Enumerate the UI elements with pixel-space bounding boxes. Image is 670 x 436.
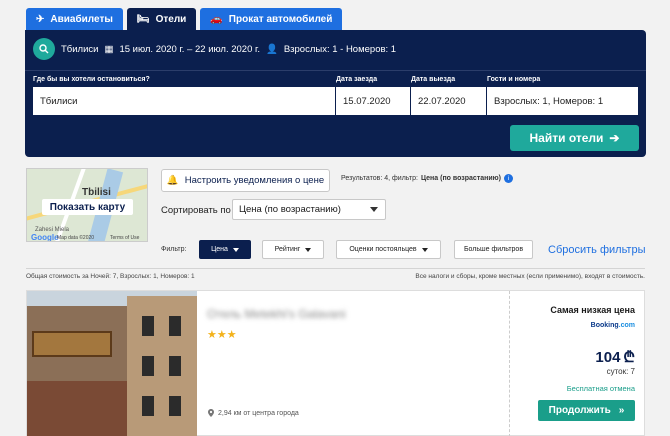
partner-suffix: .com bbox=[618, 322, 635, 329]
results-count: Результатов: 4, фильтр: Цена (по возраст… bbox=[341, 174, 513, 183]
photo-building bbox=[127, 296, 197, 436]
summary-city: Тбилиси bbox=[61, 43, 99, 55]
tab-hotels-label: Отели bbox=[155, 13, 187, 25]
lari-icon: ₾ bbox=[623, 349, 635, 366]
bell-icon: 🔔 bbox=[166, 175, 179, 186]
terms-of-use-link[interactable]: Terms of Use bbox=[110, 235, 139, 241]
filter-rating[interactable]: Рейтинг bbox=[262, 240, 324, 259]
photo-window bbox=[142, 356, 154, 376]
guests-label: Гости и номера bbox=[487, 76, 541, 83]
photo-brick-wall bbox=[27, 381, 127, 436]
checkout-label: Дата выезда bbox=[411, 76, 456, 83]
sort-label: Сортировать по bbox=[161, 205, 231, 216]
results-filter: Цена (по возрастанию) bbox=[420, 175, 501, 182]
hotel-stars: ★★★ bbox=[207, 329, 237, 341]
results-prefix: Результатов: 4, фильтр: bbox=[341, 175, 418, 182]
summary-guests: Взрослых: 1 - Номеров: 1 bbox=[283, 43, 397, 55]
hotel-distance-label: 2,94 км от центра города bbox=[218, 409, 299, 417]
map-thumbnail[interactable]: Tbilisi Zahesi Miela Показать карту Goog… bbox=[26, 168, 148, 242]
checkin-label: Дата заезда bbox=[336, 76, 378, 83]
tab-car-rental[interactable]: 🚗 Прокат автомобилей bbox=[200, 8, 343, 30]
chevron-down-icon bbox=[305, 247, 312, 252]
price-column: Самая низкая цена Booking.com 104 ₾ суто… bbox=[510, 291, 646, 436]
car-icon: 🚗 bbox=[210, 13, 223, 25]
panel-divider bbox=[25, 70, 646, 71]
calendar-icon: ▦ bbox=[104, 43, 114, 55]
search-icon[interactable] bbox=[33, 38, 55, 60]
show-map-button[interactable]: Показать карту bbox=[42, 199, 133, 215]
price-alert-label: Настроить уведомления о цене bbox=[184, 175, 325, 186]
tab-hotels[interactable]: 🛏 Отели bbox=[126, 8, 197, 30]
filter-price[interactable]: Цена bbox=[199, 240, 251, 259]
reset-filters-link[interactable]: Сбросить фильтры bbox=[548, 244, 646, 256]
checkout-field[interactable]: 22.07.2020 bbox=[411, 87, 486, 115]
photo-balcony bbox=[32, 331, 112, 357]
filter-price-label: Цена bbox=[211, 246, 228, 253]
continue-button[interactable]: Продолжить » bbox=[538, 400, 635, 421]
find-hotels-button[interactable]: Найти отели ➔ bbox=[510, 125, 639, 151]
photo-window bbox=[142, 316, 154, 336]
filter-guest-reviews-label: Оценки постояльцев bbox=[349, 246, 417, 253]
arrow-right-icon: ➔ bbox=[609, 131, 620, 145]
photo-window bbox=[142, 396, 154, 416]
find-hotels-label: Найти отели bbox=[529, 131, 604, 145]
partner-logo: Booking.com bbox=[591, 322, 635, 329]
filter-label: Фильтр: bbox=[161, 246, 187, 253]
double-chevron-right-icon: » bbox=[618, 405, 625, 416]
continue-label: Продолжить bbox=[548, 405, 611, 416]
plane-icon: ✈ bbox=[36, 13, 45, 25]
hotel-card[interactable]: Отель Metekhi's Galavani ★★★ 2,94 км от … bbox=[26, 290, 645, 436]
tab-car-rental-label: Прокат автомобилей bbox=[228, 13, 333, 25]
product-tabs: ✈ Авиабилеты 🛏 Отели 🚗 Прокат автомобиле… bbox=[26, 8, 343, 30]
info-icon[interactable]: i bbox=[504, 174, 513, 183]
sort-selected-value: Цена (по возрастанию) bbox=[239, 204, 341, 215]
price-alert-button[interactable]: 🔔 Настроить уведомления о цене bbox=[161, 169, 330, 192]
photo-window bbox=[169, 316, 181, 336]
hotel-distance: 2,94 км от центра города bbox=[208, 409, 299, 417]
filter-guest-reviews[interactable]: Оценки постояльцев bbox=[336, 240, 441, 259]
checkin-field[interactable]: 15.07.2020 bbox=[336, 87, 410, 115]
hotel-photo[interactable] bbox=[27, 291, 197, 436]
search-panel: Тбилиси ▦ 15 июл. 2020 г. – 22 июл. 2020… bbox=[25, 30, 646, 157]
tab-flights-label: Авиабилеты bbox=[50, 13, 113, 25]
hotel-name[interactable]: Отель Metekhi's Galavani bbox=[207, 307, 346, 321]
filter-more-label: Больше фильтров bbox=[463, 246, 524, 253]
nights-count: суток: 7 bbox=[606, 367, 635, 376]
chevron-down-icon bbox=[370, 207, 378, 212]
filter-rating-label: Рейтинг bbox=[274, 246, 301, 253]
total-cost-note: Общая стоимость за Ночей: 7, Взрослых: 1… bbox=[26, 273, 195, 280]
map-data-text: Map data ©2020 bbox=[57, 235, 95, 241]
google-logo: Google bbox=[31, 233, 59, 242]
partner-name: Booking bbox=[590, 322, 619, 329]
price-value: 104 bbox=[595, 348, 621, 366]
location-pin-icon bbox=[208, 409, 214, 417]
destination-field[interactable]: Tбилиси bbox=[33, 87, 335, 115]
chevron-down-icon bbox=[232, 247, 239, 252]
lowest-price-label: Самая низкая цена bbox=[550, 305, 635, 315]
photo-window bbox=[169, 396, 181, 416]
results-divider bbox=[26, 268, 645, 269]
map-city-label: Tbilisi bbox=[82, 187, 111, 198]
sort-select[interactable]: Цена (по возрастанию) bbox=[232, 199, 386, 220]
person-icon: 👤 bbox=[265, 43, 278, 55]
search-summary: Тбилиси ▦ 15 июл. 2020 г. – 22 июл. 2020… bbox=[33, 38, 396, 60]
hotel-price: 104 ₾ bbox=[595, 347, 635, 367]
filter-more[interactable]: Больше фильтров bbox=[454, 240, 533, 259]
destination-label: Где бы вы хотели остановиться? bbox=[33, 76, 150, 83]
summary-dates: 15 июл. 2020 г. – 22 июл. 2020 г. bbox=[119, 43, 260, 55]
taxes-note: Все налоги и сборы, кроме местных (если … bbox=[415, 273, 645, 280]
guests-field[interactable]: Взрослых: 1, Номеров: 1 bbox=[487, 87, 638, 115]
photo-window bbox=[169, 356, 181, 376]
bed-icon: 🛏 bbox=[136, 13, 150, 25]
tab-flights[interactable]: ✈ Авиабилеты bbox=[26, 8, 123, 30]
free-cancellation: Бесплатная отмена bbox=[566, 384, 635, 393]
chevron-down-icon bbox=[421, 247, 428, 252]
